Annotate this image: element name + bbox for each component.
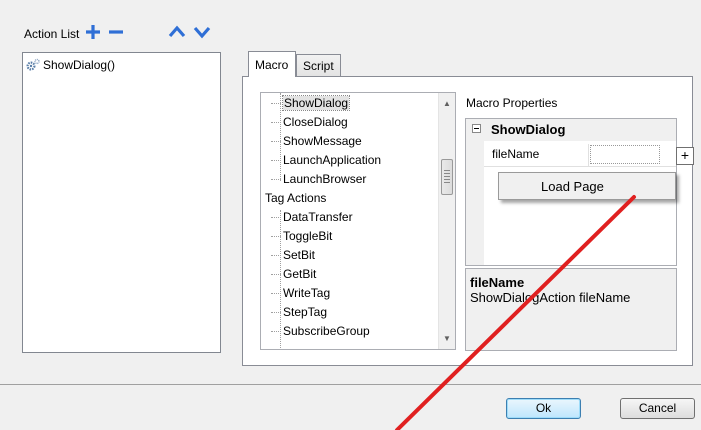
annotation-arrow bbox=[395, 195, 636, 430]
tab-macro[interactable]: Macro bbox=[248, 51, 296, 77]
